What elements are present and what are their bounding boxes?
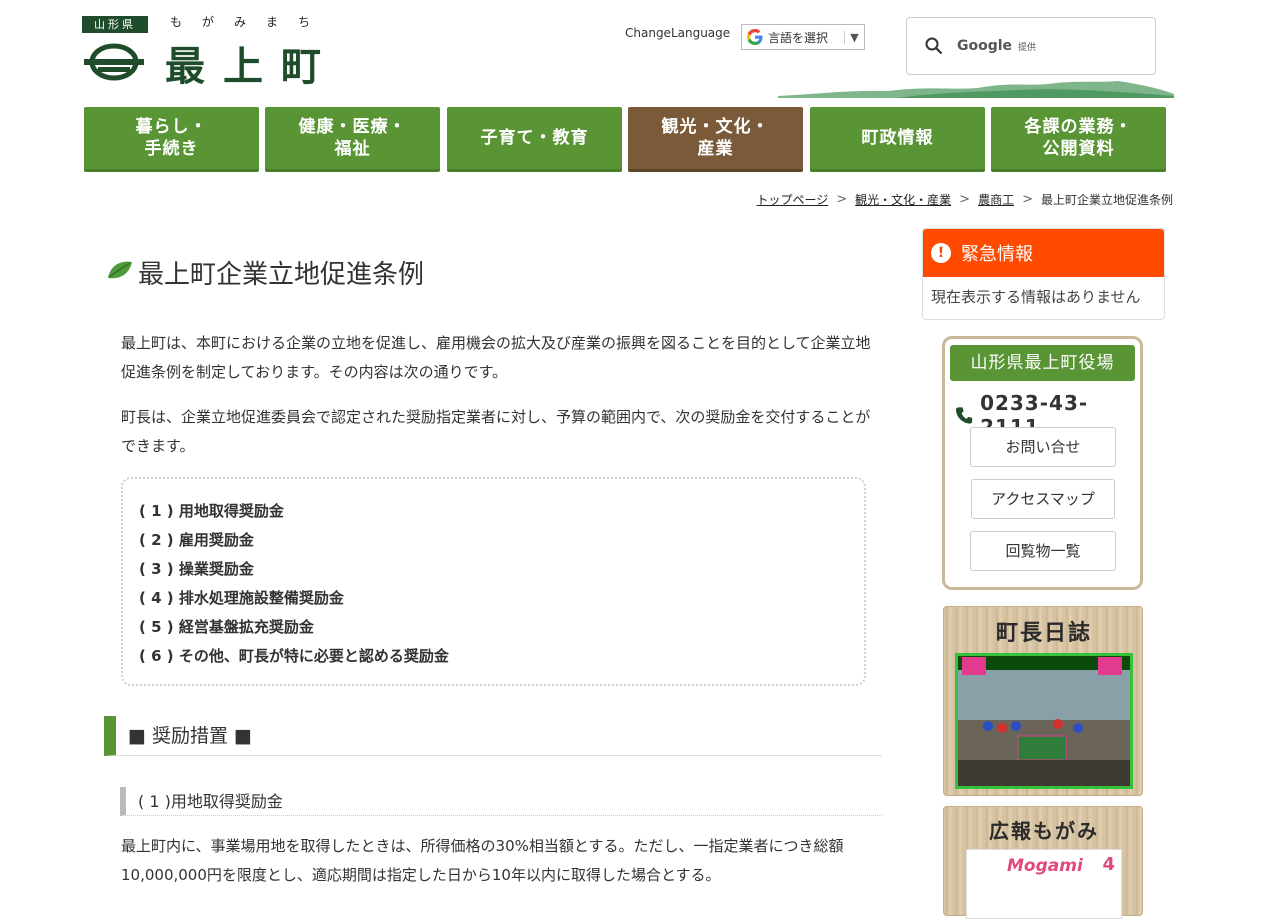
intro-paragraph: 最上町は、本町における企業の立地を促進し、雇用機会の拡大及び産業の振興を図ること… [121,334,871,381]
list-item: ( 2 ) 雇用奨励金 [139,531,254,549]
page-title: 最上町企業立地促進条例 [138,260,425,290]
mayor-diary-photo[interactable] [955,653,1133,789]
google-g-icon [747,29,763,45]
nav-label: 観光・文化・ [661,117,770,137]
section-heading: ■ 奨励措置 ■ [104,716,882,756]
koho-mogami-title: 広報もがみ [989,819,1099,843]
breadcrumb-current: 最上町企業立地促進条例 [1040,193,1173,207]
breadcrumb-separator: > [959,192,971,207]
emergency-header: ! 緊急情報 [923,229,1164,277]
nav-label: 健康・医療・ [298,117,407,137]
change-language-label: ChangeLanguage [625,26,731,40]
town-emblem-icon [84,43,144,81]
leaf-icon [108,261,132,279]
search-box[interactable]: Google 提供 [906,17,1156,75]
nav-living[interactable]: 暮らし・ 手続き [84,107,259,172]
breadcrumb-link-commerce[interactable]: 農商工 [978,191,1014,208]
search-icon[interactable] [925,37,943,55]
nav-label: 子育て・教育 [480,128,589,148]
breadcrumb-separator: > [836,192,848,207]
grant-list-box: ( 1 ) 用地取得奨励金 ( 2 ) 雇用奨励金 ( 3 ) 操業奨励金 ( … [121,477,866,686]
koho-cover-brand: Mogami [1007,856,1083,876]
list-item: ( 5 ) 経営基盤拡充奨励金 [139,618,314,636]
mayor-diary-banner[interactable]: 町長日誌 [943,606,1143,796]
list-item: ( 3 ) 操業奨励金 [139,560,254,578]
grant-paragraph: 町長は、企業立地促進委員会で認定された奨励指定業者に対し、予算の範囲内で、次の奨… [121,408,871,455]
chevron-down-icon: ▼ [844,30,864,44]
list-item: ( 4 ) 排水処理施設整備奨励金 [139,589,344,607]
language-select-label: 言語を選択 [768,30,829,45]
search-provided-label: 提供 [1018,42,1037,53]
emergency-body: 現在表示する情報はありません [931,288,1141,306]
contact-button[interactable]: お問い合せ [970,427,1116,467]
nav-label: 産業 [697,139,734,159]
koho-issue-number: 4 [1102,854,1115,875]
mayor-diary-title: 町長日誌 [995,621,1092,646]
nav-label: 暮らし・ [135,117,208,137]
emergency-info-panel: ! 緊急情報 現在表示する情報はありません [922,228,1165,320]
mountain-decoration [778,81,1174,98]
nav-town-admin[interactable]: 町政情報 [810,107,985,172]
nav-label: 町政情報 [861,128,934,148]
language-select[interactable]: 言語を選択 ▼ [741,24,865,50]
nav-departments[interactable]: 各課の業務・ 公開資料 [991,107,1166,172]
koho-mogami-banner[interactable]: 広報もがみ Mogami 4 [943,806,1143,919]
emergency-title: 緊急情報 [961,244,1033,265]
sports-day-photo [958,656,1130,786]
breadcrumb: トップページ > 観光・文化・産業 > 農商工 > 最上町企業立地促進条例 [756,191,1173,208]
breadcrumb-separator: > [1022,192,1033,207]
town-kana: もがみまち [170,15,331,29]
town-office-panel: 山形県最上町役場 0233-43-2111 お問い合せ アクセスマップ 回覧物一… [942,336,1143,590]
list-item: ( 1 ) 用地取得奨励金 [139,502,284,520]
sub-heading: ( 1 )用地取得奨励金 [120,787,882,816]
nav-childcare[interactable]: 子育て・教育 [447,107,622,172]
breadcrumb-link-tourism[interactable]: 観光・文化・産業 [855,191,951,208]
breadcrumb-link-top[interactable]: トップページ [756,191,828,208]
circular-list-button[interactable]: 回覧物一覧 [970,531,1116,571]
land-grant-paragraph: 最上町内に、事業場用地を取得したときは、所得価格の30%相当額とする。ただし、一… [121,837,844,884]
search-brand: Google [957,38,1013,54]
prefecture-badge: 山形県 [82,16,148,33]
access-map-button[interactable]: アクセスマップ [971,479,1115,519]
nav-label: 手続き [144,139,199,159]
nav-label: 各課の業務・ [1024,117,1133,137]
town-name-logo[interactable]: 最上町 [165,34,339,92]
nav-label: 福祉 [334,139,371,159]
nav-tourism[interactable]: 観光・文化・ 産業 [628,107,803,172]
office-name: 山形県最上町役場 [950,345,1135,381]
nav-health[interactable]: 健康・医療・ 福祉 [265,107,440,172]
phone-icon [955,407,973,424]
list-item: ( 6 ) その他、町長が特に必要と認める奨励金 [139,647,449,665]
alert-icon: ! [931,243,951,263]
nav-label: 公開資料 [1042,139,1115,159]
koho-cover-image[interactable]: Mogami 4 [966,849,1122,919]
